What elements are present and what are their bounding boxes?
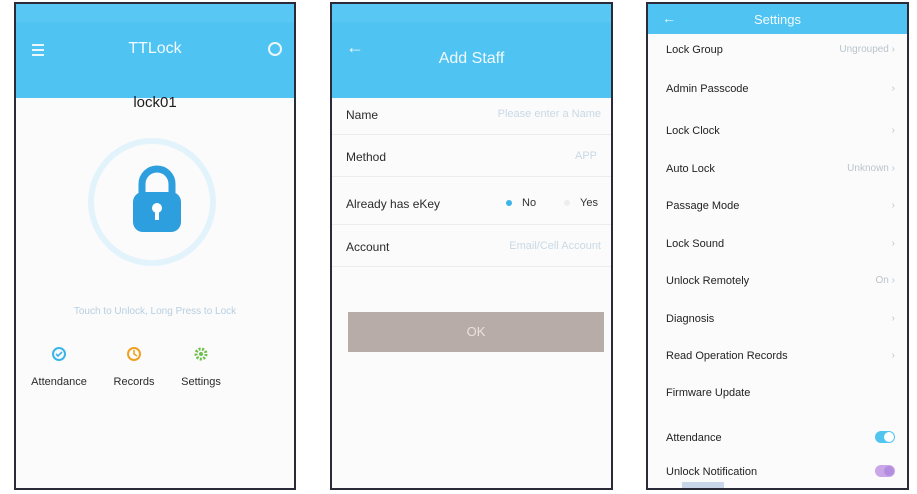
name-input[interactable]: Please enter a Name — [498, 108, 601, 120]
divider — [332, 176, 611, 177]
setting-lock-clock[interactable]: Lock Clock › — [666, 125, 895, 137]
chevron-right-icon: › — [891, 350, 895, 361]
attendance-toggle[interactable] — [875, 431, 895, 443]
radio-unselected-icon — [564, 200, 570, 207]
settings-label: Settings — [181, 376, 221, 388]
name-field[interactable]: Name Please enter a Name — [346, 108, 601, 122]
ok-button[interactable]: OK — [348, 312, 604, 352]
chevron-right-icon: › — [891, 163, 895, 174]
page-title: Settings — [754, 12, 801, 27]
setting-value: Unknown › — [847, 163, 895, 174]
chevron-right-icon: › — [891, 44, 895, 55]
ekey-option-no[interactable]: No — [506, 197, 536, 209]
attendance-icon — [52, 347, 66, 361]
ekey-label: Already has eKey — [346, 197, 441, 211]
setting-label: Unlock Notification — [666, 466, 758, 478]
page-title: Add Staff — [438, 50, 505, 67]
setting-label: Lock Sound — [666, 238, 725, 250]
setting-firmware-update[interactable]: Firmware Update — [666, 387, 895, 399]
method-label: Method — [346, 150, 387, 164]
account-input[interactable]: Email/Cell Account — [509, 240, 601, 252]
nav-indicator — [682, 482, 724, 488]
clock-icon[interactable] — [268, 42, 282, 56]
setting-label: Diagnosis — [666, 313, 715, 325]
divider — [332, 224, 611, 225]
unlock-notification-toggle[interactable] — [875, 465, 895, 477]
setting-label: Read Operation Records — [666, 350, 788, 362]
add-staff-screen: ← Add Staff Name Please enter a Name Met… — [330, 2, 613, 490]
setting-passage-mode[interactable]: Passage Mode › — [666, 200, 895, 212]
name-label: Name — [346, 108, 379, 122]
account-label: Account — [346, 240, 390, 254]
ekey-row: Already has eKey No Yes — [346, 197, 601, 211]
app-title: TTLock — [128, 40, 182, 57]
padlock-icon[interactable] — [129, 164, 185, 234]
radio-selected-icon — [506, 200, 512, 207]
lock-name: lock01 — [133, 94, 177, 111]
setting-admin-passcode[interactable]: Admin Passcode › — [666, 83, 895, 95]
setting-label: Unlock Remotely — [666, 275, 750, 287]
status-bar — [332, 4, 611, 22]
setting-attendance: Attendance — [666, 431, 895, 444]
settings-screen: ← Settings Lock Group Ungrouped › Admin … — [646, 2, 909, 490]
chevron-right-icon: › — [891, 83, 895, 94]
setting-label: Lock Clock — [666, 125, 720, 137]
chevron-right-icon: › — [891, 275, 895, 286]
setting-label: Auto Lock — [666, 163, 715, 175]
setting-lock-group[interactable]: Lock Group Ungrouped › — [666, 44, 895, 56]
setting-label: Attendance — [666, 432, 722, 444]
settings-icon — [194, 347, 208, 361]
method-value[interactable]: APP — [575, 150, 597, 162]
method-row[interactable]: Method APP — [346, 150, 601, 164]
status-bar — [16, 4, 294, 22]
chevron-right-icon: › — [891, 238, 895, 249]
setting-label: Firmware Update — [666, 387, 751, 399]
settings-button[interactable]: Settings — [161, 346, 241, 388]
chevron-right-icon: › — [891, 313, 895, 324]
account-field[interactable]: Account Email/Cell Account — [346, 240, 601, 254]
setting-label: Lock Group — [666, 44, 723, 56]
setting-unlock-remotely[interactable]: Unlock Remotely On › — [666, 275, 895, 287]
ekey-option-yes[interactable]: Yes — [564, 197, 598, 209]
setting-unlock-notification: Unlock Notification — [666, 465, 895, 478]
divider — [332, 134, 611, 135]
home-screen: TTLock lock01 Touch to Unlock, Long Pres… — [14, 2, 296, 490]
records-icon — [127, 347, 141, 361]
setting-value: Ungrouped › — [839, 44, 895, 55]
divider — [332, 266, 611, 267]
setting-label: Admin Passcode — [666, 83, 749, 95]
attendance-button[interactable]: Attendance — [19, 346, 99, 388]
setting-value: On › — [875, 275, 895, 286]
setting-label: Passage Mode — [666, 200, 740, 212]
chevron-right-icon: › — [891, 125, 895, 136]
setting-lock-sound[interactable]: Lock Sound › — [666, 238, 895, 250]
setting-diagnosis[interactable]: Diagnosis › — [666, 313, 895, 325]
attendance-label: Attendance — [31, 376, 87, 388]
chevron-right-icon: › — [891, 200, 895, 211]
setting-read-operation-records[interactable]: Read Operation Records › — [666, 350, 895, 362]
setting-auto-lock[interactable]: Auto Lock Unknown › — [666, 163, 895, 175]
unlock-hint: Touch to Unlock, Long Press to Lock — [73, 306, 237, 317]
